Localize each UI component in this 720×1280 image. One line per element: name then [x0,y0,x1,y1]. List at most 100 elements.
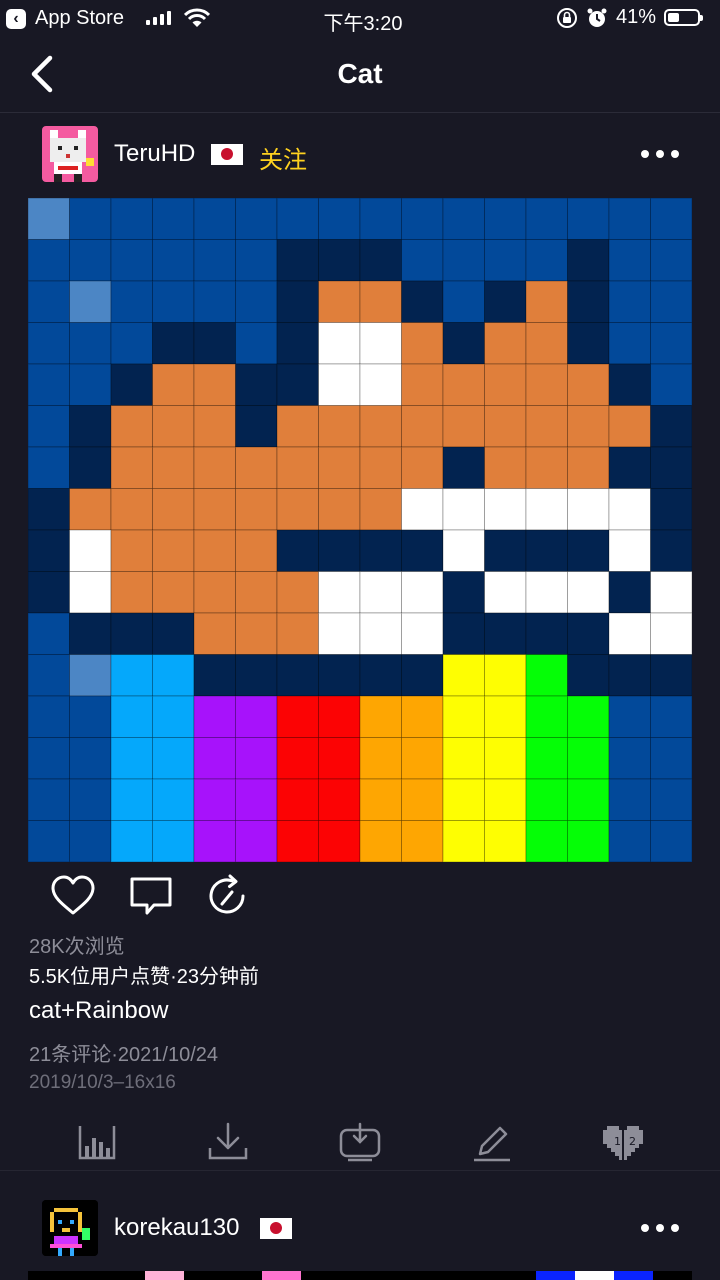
heart-icon[interactable] [50,874,96,918]
pixel-cell [566,238,610,282]
pixel-cell [400,612,444,656]
pixel-cell [28,280,71,324]
pixel-cell [28,198,71,241]
pixel-cell [276,695,320,739]
pixel-cell [442,612,486,656]
pixel-cell [151,280,195,324]
pixel-cell [68,280,112,324]
pixel-cell [359,529,403,573]
pixel-cell [68,321,112,365]
more-options-icon[interactable] [641,1224,679,1232]
pixel-cell [151,736,195,780]
pixel-cell [151,487,195,531]
comment-icon[interactable] [128,874,174,918]
more-options-icon[interactable] [641,150,679,158]
pixel-cell [276,819,320,862]
preview-pixel [496,1271,536,1280]
pixel-cell [442,570,486,614]
next-post-avatar[interactable] [42,1200,98,1256]
pixel-cell [110,778,154,822]
pixel-cell [276,321,320,365]
preview-pixel [262,1271,302,1280]
pixel-heart-icon[interactable]: 1 2 [601,1120,645,1164]
pixel-cell [68,653,112,697]
pixel-cell [234,321,278,365]
pixel-cell [234,446,278,490]
pixel-cell [68,736,112,780]
pixel-cell [276,238,320,282]
pixel-cell [110,363,154,407]
pixel-cell [317,363,361,407]
pixel-cell [608,529,652,573]
pixel-cell [234,280,278,324]
pixel-cell [234,778,278,822]
pixel-cell [566,487,610,531]
next-post-username[interactable]: korekau130 [114,1214,239,1242]
bar-chart-icon[interactable] [75,1120,119,1164]
pixel-cell [234,529,278,573]
pixel-cell [317,446,361,490]
pixel-cell [234,363,278,407]
pixel-cell [525,404,569,448]
pixel-cell [442,321,486,365]
japan-flag-icon [260,1218,292,1239]
pixel-cell [317,695,361,739]
download-icon[interactable] [206,1120,250,1164]
pixel-cell [400,736,444,780]
pixel-cell [193,280,237,324]
pixel-cell [442,736,486,780]
pixel-cell [276,529,320,573]
preview-pixel [574,1271,614,1280]
pixel-cell [359,570,403,614]
pixel-cell [68,238,112,282]
pixel-cell [359,653,403,697]
pixel-cell [193,238,237,282]
pixel-cell [193,570,237,614]
avatar[interactable] [42,126,98,182]
pixel-cell [483,819,527,862]
pixel-cell [68,695,112,739]
pixel-cell [28,778,71,822]
pixel-cell [68,487,112,531]
pixel-cell [483,404,527,448]
pixel-cell [317,280,361,324]
pixel-cell [110,321,154,365]
pixel-cell [151,570,195,614]
follow-button[interactable]: 关注 [259,140,307,175]
pixel-cell [359,819,403,862]
pixel-cell [566,446,610,490]
pixel-cell [400,446,444,490]
likes-and-time[interactable]: 5.5K位用户点赞·23分钟前 [29,960,259,989]
pixel-cell [276,198,320,241]
pixel-cell [566,363,610,407]
pixel-cell [525,695,569,739]
pixel-cell [193,487,237,531]
pixel-cell [608,736,652,780]
pixel-cell [110,238,154,282]
comments-and-date[interactable]: 21条评论·2021/10/24 [29,1038,218,1067]
pixel-artwork[interactable] [28,198,692,862]
pixel-cell [525,570,569,614]
pixel-cell [483,736,527,780]
pencil-icon[interactable] [470,1120,514,1164]
pixel-cell [566,778,610,822]
pixel-cell [525,280,569,324]
pixel-cell [566,529,610,573]
pixel-cell [151,363,195,407]
pixel-cell [649,404,692,448]
pixel-cell [110,487,154,531]
tv-download-icon[interactable] [338,1120,382,1164]
pixel-cell [525,819,569,862]
pixel-cell [649,695,692,739]
pixel-cell [317,570,361,614]
pixel-cell [234,736,278,780]
page-title: Cat [337,58,383,89]
pixel-cell [68,446,112,490]
username[interactable]: TeruHD [114,140,195,168]
pixel-cell [400,819,444,862]
pixel-cell [151,653,195,697]
repost-icon[interactable] [205,874,251,918]
next-post-artwork-preview[interactable] [28,1271,693,1280]
pixel-cell [483,529,527,573]
pixel-cell [68,778,112,822]
